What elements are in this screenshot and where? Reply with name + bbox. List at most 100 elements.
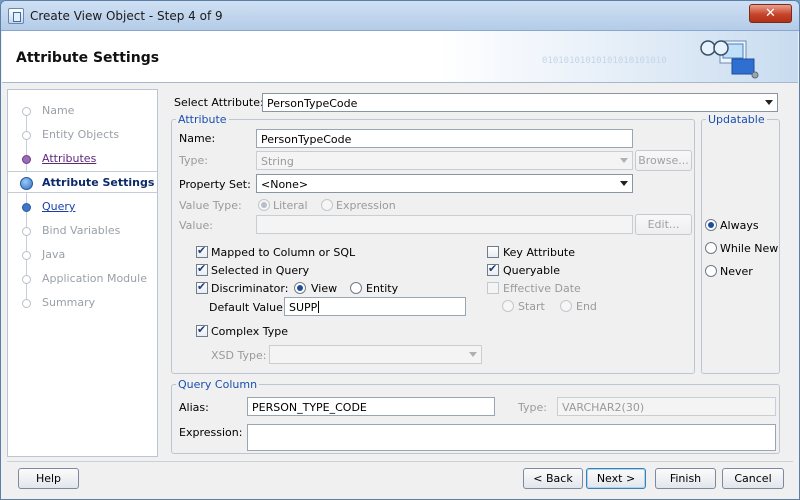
- select-attribute-label: Select Attribute:: [174, 96, 264, 109]
- expression-input[interactable]: [247, 424, 776, 451]
- browse-button: Browse...: [635, 150, 692, 171]
- name-label: Name:: [179, 132, 216, 145]
- step-label: Application Module: [42, 272, 147, 285]
- title-bar[interactable]: Create View Object - Step 4 of 9 ✕: [1, 1, 799, 31]
- header-decoration-text: 01010101010101010101010: [542, 56, 667, 66]
- step-label: Name: [42, 104, 75, 117]
- default-value-input[interactable]: SUPP: [284, 297, 466, 316]
- help-button[interactable]: Help: [18, 468, 79, 489]
- mapped-to-column-label: Mapped to Column or SQL: [211, 246, 356, 259]
- key-attribute-checkbox[interactable]: [487, 246, 499, 258]
- step-indicator-icon: [22, 131, 31, 140]
- select-attribute-dropdown[interactable]: PersonTypeCode: [262, 93, 778, 112]
- value-type-label: Value Type:: [179, 199, 242, 212]
- property-set-label: Property Set:: [179, 178, 251, 191]
- discriminator-entity-label: Entity: [366, 282, 399, 295]
- complex-type-checkbox[interactable]: [196, 323, 208, 337]
- discriminator-view-radio[interactable]: [294, 282, 306, 294]
- alias-label: Alias:: [179, 401, 209, 414]
- wizard-header: Attribute Settings 010101010101010101010…: [2, 31, 798, 83]
- effective-date-checkbox: [487, 282, 499, 294]
- step-label: Java: [42, 248, 66, 261]
- property-set-value: <None>: [261, 178, 309, 191]
- updatable-while-new-radio[interactable]: [705, 242, 717, 254]
- close-button[interactable]: ✕: [749, 4, 792, 23]
- type-dropdown: String: [256, 151, 633, 170]
- default-value-label: Default Value:: [209, 301, 287, 314]
- updatable-never-label: Never: [720, 265, 753, 278]
- cancel-button[interactable]: Cancel: [722, 468, 784, 489]
- step-entity-objects: Entity Objects: [8, 124, 157, 146]
- queryable-label: Queryable: [503, 264, 560, 277]
- value-input: [256, 215, 633, 234]
- window-title: Create View Object - Step 4 of 9: [30, 9, 223, 23]
- xsd-type-label: XSD Type:: [211, 349, 267, 362]
- effective-date-label: Effective Date: [503, 282, 581, 295]
- updatable-always-radio[interactable]: [705, 219, 717, 231]
- chevron-down-icon: [620, 181, 628, 186]
- selected-in-query-label: Selected in Query: [211, 264, 310, 277]
- step-indicator-icon: [22, 107, 31, 116]
- discriminator-checkbox[interactable]: [196, 280, 208, 294]
- step-indicator-icon: [22, 227, 31, 236]
- default-value-text: SUPP: [289, 301, 318, 314]
- updatable-never-radio[interactable]: [705, 265, 717, 277]
- key-attribute-label: Key Attribute: [503, 246, 576, 259]
- literal-radio: [258, 199, 270, 211]
- step-label: Entity Objects: [42, 128, 120, 141]
- xsd-type-dropdown: [269, 345, 482, 364]
- back-button[interactable]: < Back: [523, 468, 583, 489]
- chevron-down-icon: [765, 100, 773, 105]
- mapped-to-column-checkbox[interactable]: [196, 244, 208, 258]
- dialog-window: Create View Object - Step 4 of 9 ✕ Attri…: [0, 0, 800, 500]
- effective-start-radio: [502, 300, 514, 312]
- expression-radio: [321, 199, 333, 211]
- wizard-steps-panel: Name Entity Objects Attributes Attribute…: [7, 89, 158, 457]
- value-label: Value:: [179, 219, 213, 232]
- step-bind-variables: Bind Variables: [8, 220, 157, 242]
- page-title: Attribute Settings: [16, 50, 160, 66]
- current-step-icon: [20, 177, 33, 190]
- app-icon: [8, 8, 24, 24]
- step-summary: Summary: [8, 292, 157, 314]
- selected-in-query-checkbox[interactable]: [196, 262, 208, 276]
- step-label: Attribute Settings: [42, 176, 155, 189]
- step-indicator-icon: [22, 203, 31, 212]
- literal-radio-label: Literal: [273, 199, 308, 212]
- expression-radio-label: Expression: [336, 199, 396, 212]
- attribute-group-legend: Attribute: [178, 113, 227, 126]
- property-set-dropdown[interactable]: <None>: [256, 174, 633, 193]
- discriminator-view-label: View: [311, 282, 338, 295]
- step-label: Summary: [42, 296, 96, 309]
- effective-end-radio: [560, 300, 572, 312]
- step-query[interactable]: Query: [8, 196, 157, 218]
- updatable-while-new-label: While New: [720, 242, 779, 255]
- complex-type-label: Complex Type: [211, 325, 289, 338]
- name-input[interactable]: PersonTypeCode: [256, 129, 633, 148]
- step-indicator-icon: [22, 275, 31, 284]
- query-type-label: Type:: [518, 401, 547, 414]
- next-button[interactable]: Next >: [586, 468, 646, 489]
- alias-input[interactable]: PERSON_TYPE_CODE: [247, 397, 495, 416]
- wizard-graphic-icon: [700, 40, 759, 79]
- discriminator-entity-radio[interactable]: [350, 282, 362, 294]
- step-indicator-icon: [22, 299, 31, 308]
- step-attributes[interactable]: Attributes: [8, 148, 157, 170]
- updatable-group-legend: Updatable: [708, 113, 765, 126]
- query-column-group-legend: Query Column: [178, 378, 258, 391]
- step-name: Name: [8, 100, 157, 122]
- select-attribute-value: PersonTypeCode: [267, 97, 358, 110]
- finish-button[interactable]: Finish: [655, 468, 716, 489]
- step-indicator-icon: [22, 251, 31, 260]
- chevron-down-icon: [469, 352, 477, 357]
- step-attribute-settings[interactable]: Attribute Settings: [8, 171, 157, 193]
- expression-label: Expression:: [179, 426, 243, 439]
- step-java: Java: [8, 244, 157, 266]
- footer-divider: [7, 461, 793, 462]
- effective-end-label: End: [576, 300, 597, 313]
- queryable-checkbox[interactable]: [487, 262, 499, 276]
- step-indicator-icon: [22, 155, 31, 164]
- chevron-down-icon: [620, 158, 628, 163]
- step-application-module: Application Module: [8, 268, 157, 290]
- type-label: Type:: [179, 154, 208, 167]
